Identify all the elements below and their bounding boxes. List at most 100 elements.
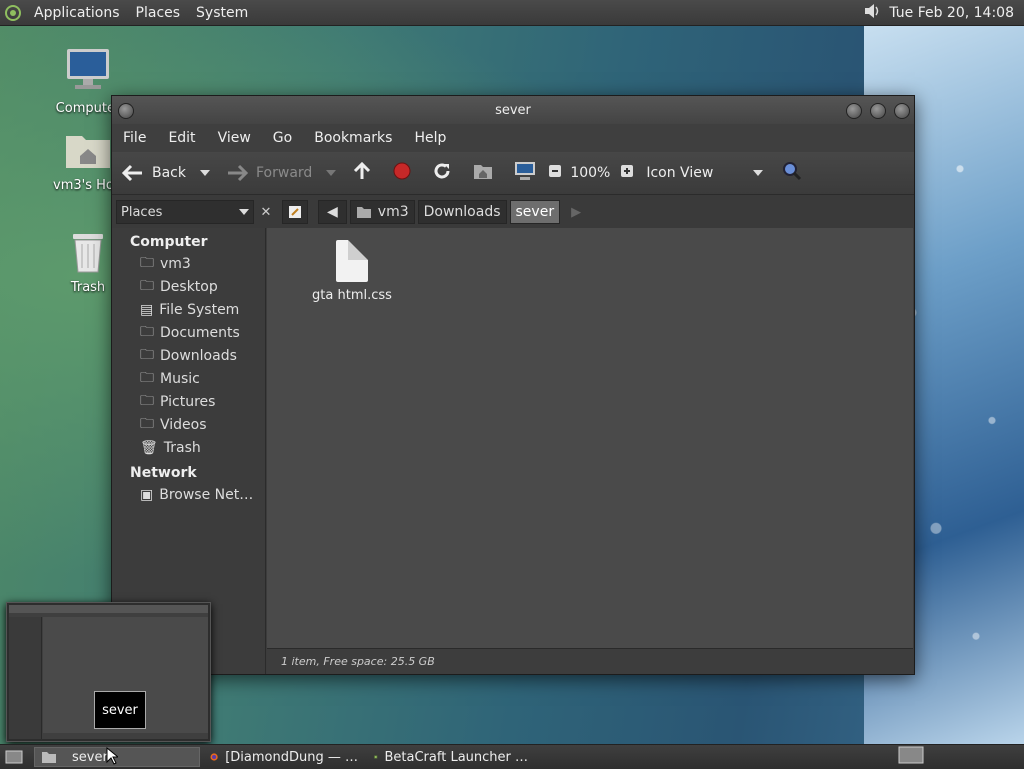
forward-arrow-icon: [228, 164, 248, 182]
trash-icon: [73, 234, 103, 273]
chevron-down-icon: [239, 209, 249, 215]
computer-icon: [67, 49, 109, 89]
close-icon[interactable]: [894, 103, 910, 119]
menu-edit[interactable]: Edit: [157, 130, 206, 146]
view-mode-select[interactable]: Icon View: [646, 165, 764, 181]
sidebar-item-file-system[interactable]: ▤ File System: [112, 298, 265, 321]
breadcrumb-scroll-left[interactable]: ◀: [318, 200, 347, 224]
file-name: gta html.css: [312, 288, 392, 303]
sidebar-item-desktop[interactable]: 🗀 Desktop: [112, 275, 265, 298]
sidebar-item-label: Trash: [163, 439, 201, 456]
taskbar-item-label: BetaCraft Launcher …: [384, 749, 529, 765]
taskbar-item-label: sever: [72, 749, 108, 765]
firefox-icon: [210, 753, 218, 761]
bottom-panel: sever [DiamondDung — … BetaCraft Launche…: [0, 744, 1024, 769]
folder-icon: 🗀: [140, 415, 154, 432]
taskbar-item-betacraft[interactable]: BetaCraft Launcher …: [368, 747, 534, 767]
zoom-in-icon[interactable]: [620, 164, 634, 182]
mouse-cursor-icon: [106, 747, 118, 765]
sidebar-item-downloads[interactable]: 🗀 Downloads: [112, 344, 265, 367]
back-button[interactable]: Back: [122, 164, 210, 182]
file-manager-window: sever File Edit View Go Bookmarks Help B…: [111, 95, 915, 675]
show-desktop-icon[interactable]: [0, 749, 28, 765]
menu-applications[interactable]: Applications: [26, 5, 128, 21]
zoom-out-icon[interactable]: [548, 164, 562, 182]
sidebar-pane-label: Places: [121, 204, 163, 220]
folder-icon: 🗀: [140, 277, 154, 294]
home-icon[interactable]: [472, 162, 494, 184]
window-title: sever: [495, 102, 531, 118]
network-icon: ▣: [140, 486, 154, 503]
taskbar-item-diamonddung[interactable]: [DiamondDung — …: [204, 747, 364, 767]
clock[interactable]: Tue Feb 20, 14:08: [889, 5, 1014, 21]
breadcrumb-vm3[interactable]: vm3: [349, 200, 415, 224]
sidebar-pane-select[interactable]: Places: [116, 200, 254, 224]
computer-toolbar-icon[interactable]: [514, 161, 536, 185]
sidebar-item-label: Documents: [160, 324, 240, 341]
search-icon[interactable]: [781, 160, 803, 186]
sidebar-item-label: vm3: [160, 255, 191, 272]
menu-bookmarks[interactable]: Bookmarks: [303, 130, 403, 146]
breadcrumb-label: Downloads: [423, 204, 501, 220]
sidebar-item-label: Music: [160, 370, 200, 387]
forward-history-dropdown-icon[interactable]: [326, 170, 337, 176]
location-toggle-button[interactable]: [282, 200, 308, 224]
minimize-icon[interactable]: [846, 103, 862, 119]
status-text: 1 item, Free space: 25.5 GB: [281, 655, 435, 668]
forward-label: Forward: [256, 165, 313, 181]
sidebar-item-label: File System: [159, 301, 240, 318]
back-label: Back: [152, 165, 186, 181]
file-item[interactable]: gta html.css: [307, 240, 397, 303]
reload-icon[interactable]: [432, 161, 452, 185]
menu-file[interactable]: File: [112, 130, 157, 146]
status-bar: 1 item, Free space: 25.5 GB: [267, 648, 913, 674]
window-thumbnail-preview[interactable]: sever: [6, 602, 211, 742]
sidebar-item-pictures[interactable]: 🗀 Pictures: [112, 390, 265, 413]
text-file-icon: [336, 240, 368, 282]
sidebar-heading-network: Network: [130, 465, 197, 481]
app-menu-logo-icon[interactable]: [0, 4, 26, 21]
menu-system[interactable]: System: [188, 5, 256, 21]
file-view[interactable]: gta html.css: [267, 228, 913, 648]
forward-button[interactable]: Forward: [226, 164, 337, 182]
zoom-level: 100%: [570, 165, 611, 181]
window-menu-icon[interactable]: [118, 103, 134, 119]
menu-view[interactable]: View: [207, 130, 262, 146]
window-titlebar[interactable]: sever: [112, 96, 914, 124]
sidebar-item-documents[interactable]: 🗀 Documents: [112, 321, 265, 344]
breadcrumb-scroll-right[interactable]: ▶: [571, 205, 581, 220]
toolbar: Back Forward 100% Icon View: [112, 152, 914, 195]
stop-icon[interactable]: [392, 161, 412, 185]
pencil-icon: [289, 206, 301, 218]
sidebar-item-browse-network[interactable]: ▣ Browse Net…: [112, 483, 265, 506]
folder-icon: 🗀: [140, 369, 154, 386]
sidebar-item-music[interactable]: 🗀 Music: [112, 367, 265, 390]
view-mode-label: Icon View: [646, 165, 714, 181]
menu-help[interactable]: Help: [403, 130, 457, 146]
breadcrumb-downloads[interactable]: Downloads: [417, 200, 507, 224]
sidebar-item-videos[interactable]: 🗀 Videos: [112, 413, 265, 436]
sidebar-item-label: Browse Net…: [159, 486, 254, 503]
menu-go[interactable]: Go: [262, 130, 303, 146]
maximize-icon[interactable]: [870, 103, 886, 119]
breadcrumb-sever[interactable]: sever: [509, 200, 561, 224]
up-icon[interactable]: [352, 161, 372, 185]
sidebar-item-label: Videos: [160, 416, 207, 433]
sidebar-item-vm3[interactable]: 🗀 vm3: [112, 252, 265, 275]
sidebar-item-label: Desktop: [160, 278, 218, 295]
trash-icon: 🗑: [140, 439, 158, 456]
sidebar-item-trash[interactable]: 🗑 Trash: [112, 436, 265, 459]
folder-icon: 🗀: [140, 254, 154, 271]
menu-places[interactable]: Places: [128, 5, 189, 21]
close-sidebar-icon[interactable]: ✕: [256, 205, 276, 220]
folder-icon: 🗀: [140, 346, 154, 363]
volume-icon[interactable]: [863, 2, 881, 24]
sidebar-item-label: Downloads: [160, 347, 237, 364]
home-folder-icon: [356, 207, 371, 218]
top-panel: Applications Places System Tue Feb 20, 1…: [0, 0, 1024, 26]
back-history-dropdown-icon[interactable]: [200, 170, 210, 176]
folder-icon: 🗀: [140, 392, 154, 409]
workspace-switcher-icon[interactable]: [898, 746, 924, 768]
thumbnail-tooltip: sever: [94, 691, 146, 729]
taskbar-item-label: [DiamondDung — …: [225, 749, 358, 765]
